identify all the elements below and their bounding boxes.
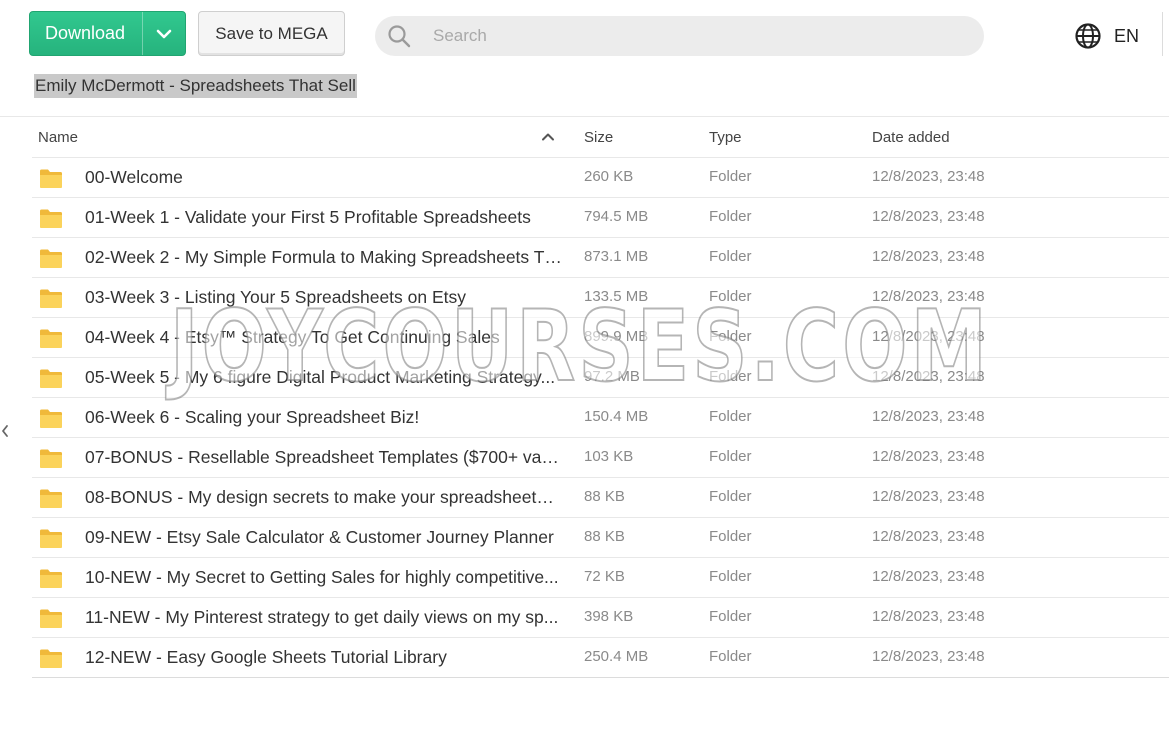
folder-icon (40, 369, 62, 388)
folder-icon (40, 289, 62, 308)
table-row[interactable]: 02-Week 2 - My Simple Formula to Making … (32, 238, 1169, 278)
table-row[interactable]: 05-Week 5 - My 6 figure Digital Product … (32, 358, 1169, 398)
folder-icon (40, 609, 62, 628)
row-name: 06-Week 6 - Scaling your Spreadsheet Biz… (85, 407, 420, 427)
folder-icon (40, 409, 62, 428)
row-date: 12/8/2023, 23:48 (872, 608, 985, 625)
row-size: 97.2 MB (584, 368, 640, 385)
folder-icon (40, 649, 62, 668)
folder-icon (40, 169, 62, 188)
row-date: 12/8/2023, 23:48 (872, 448, 985, 465)
table-row[interactable]: 12-NEW - Easy Google Sheets Tutorial Lib… (32, 638, 1169, 678)
row-size: 150.4 MB (584, 408, 649, 425)
row-type: Folder (709, 528, 752, 545)
top-toolbar: Download Save to MEGA EN (0, 0, 1169, 70)
row-name: 02-Week 2 - My Simple Formula to Making … (85, 247, 562, 267)
globe-icon (1075, 23, 1101, 49)
row-size: 88 KB (584, 528, 625, 545)
table-row[interactable]: 01-Week 1 - Validate your First 5 Profit… (32, 198, 1169, 238)
table-row[interactable]: 07-BONUS - Resellable Spreadsheet Templa… (32, 438, 1169, 478)
save-to-mega-button[interactable]: Save to MEGA (198, 11, 345, 56)
row-name: 09-NEW - Etsy Sale Calculator & Customer… (85, 527, 554, 547)
row-date: 12/8/2023, 23:48 (872, 368, 985, 385)
row-name: 08-BONUS - My design secrets to make you… (85, 487, 562, 507)
row-size: 873.1 MB (584, 248, 649, 265)
table-row[interactable]: 03-Week 3 - Listing Your 5 Spreadsheets … (32, 278, 1169, 318)
row-type: Folder (709, 568, 752, 585)
row-date: 12/8/2023, 23:48 (872, 288, 985, 305)
search-bar[interactable] (375, 16, 984, 56)
row-name: 12-NEW - Easy Google Sheets Tutorial Lib… (85, 647, 447, 667)
row-date: 12/8/2023, 23:48 (872, 408, 985, 425)
download-button-label: Download (44, 23, 126, 43)
row-name: 07-BONUS - Resellable Spreadsheet Templa… (85, 447, 562, 467)
column-header-type[interactable]: Type (709, 129, 742, 146)
folder-icon (40, 529, 62, 548)
row-name: 03-Week 3 - Listing Your 5 Spreadsheets … (85, 287, 467, 307)
table-row[interactable]: 08-BONUS - My design secrets to make you… (32, 478, 1169, 518)
row-type: Folder (709, 408, 752, 425)
row-type: Folder (709, 368, 752, 385)
column-header-date[interactable]: Date added (872, 129, 950, 146)
row-date: 12/8/2023, 23:48 (872, 248, 985, 265)
row-date: 12/8/2023, 23:48 (872, 208, 985, 225)
table-row[interactable]: 00-Welcome 260 KB Folder 12/8/2023, 23:4… (32, 158, 1169, 198)
search-icon (388, 25, 411, 48)
row-date: 12/8/2023, 23:48 (872, 648, 985, 665)
table-row[interactable]: 11-NEW - My Pinterest strategy to get da… (32, 598, 1169, 638)
row-type: Folder (709, 168, 752, 185)
row-name: 04-Week 4 - Etsy™ Strategy To Get Contin… (85, 327, 500, 347)
row-name: 00-Welcome (85, 167, 183, 187)
row-type: Folder (709, 288, 752, 305)
table-row[interactable]: 09-NEW - Etsy Sale Calculator & Customer… (32, 518, 1169, 558)
row-size: 899.9 MB (584, 328, 649, 345)
row-size: 398 KB (584, 608, 634, 625)
row-date: 12/8/2023, 23:48 (872, 328, 985, 345)
breadcrumb[interactable]: Emily McDermott - Spreadsheets That Sell (34, 74, 357, 98)
folder-icon (40, 489, 62, 508)
table-row[interactable]: 06-Week 6 - Scaling your Spreadsheet Biz… (32, 398, 1169, 438)
row-type: Folder (709, 608, 752, 625)
row-date: 12/8/2023, 23:48 (872, 568, 985, 585)
folder-icon (40, 329, 62, 348)
table-row[interactable]: 10-NEW - My Secret to Getting Sales for … (32, 558, 1169, 598)
row-size: 88 KB (584, 488, 625, 505)
row-size: 260 KB (584, 168, 634, 185)
row-size: 72 KB (584, 568, 625, 585)
file-list: 00-Welcome 260 KB Folder 12/8/2023, 23:4… (32, 158, 1169, 678)
row-type: Folder (709, 648, 752, 665)
row-date: 12/8/2023, 23:48 (872, 168, 985, 185)
row-type: Folder (709, 208, 752, 225)
row-type: Folder (709, 488, 752, 505)
row-date: 12/8/2023, 23:48 (872, 488, 985, 505)
column-header-name[interactable]: Name (38, 129, 78, 146)
row-type: Folder (709, 328, 752, 345)
row-type: Folder (709, 248, 752, 265)
folder-icon (40, 249, 62, 268)
row-name: 11-NEW - My Pinterest strategy to get da… (85, 607, 559, 627)
chevron-up-icon[interactable] (541, 130, 555, 144)
row-name: 05-Week 5 - My 6 figure Digital Product … (85, 367, 556, 387)
chevron-left-icon[interactable] (0, 424, 10, 438)
table-header: Name Size Type Date added (32, 117, 1169, 158)
row-name: 10-NEW - My Secret to Getting Sales for … (85, 567, 559, 587)
row-type: Folder (709, 448, 752, 465)
column-header-size[interactable]: Size (584, 129, 613, 146)
search-input[interactable] (433, 16, 963, 56)
toolbar-edge-divider (1162, 12, 1163, 56)
folder-icon (40, 449, 62, 468)
row-date: 12/8/2023, 23:48 (872, 528, 985, 545)
row-name: 01-Week 1 - Validate your First 5 Profit… (85, 207, 531, 227)
folder-icon (40, 569, 62, 588)
download-button[interactable]: Download (29, 11, 186, 56)
chevron-down-icon[interactable] (143, 12, 185, 55)
row-size: 133.5 MB (584, 288, 649, 305)
row-size: 103 KB (584, 448, 634, 465)
language-selector[interactable]: EN (1074, 22, 1139, 50)
language-label: EN (1114, 25, 1140, 46)
folder-icon (40, 209, 62, 228)
row-size: 794.5 MB (584, 208, 649, 225)
table-row[interactable]: 04-Week 4 - Etsy™ Strategy To Get Contin… (32, 318, 1169, 358)
row-size: 250.4 MB (584, 648, 649, 665)
